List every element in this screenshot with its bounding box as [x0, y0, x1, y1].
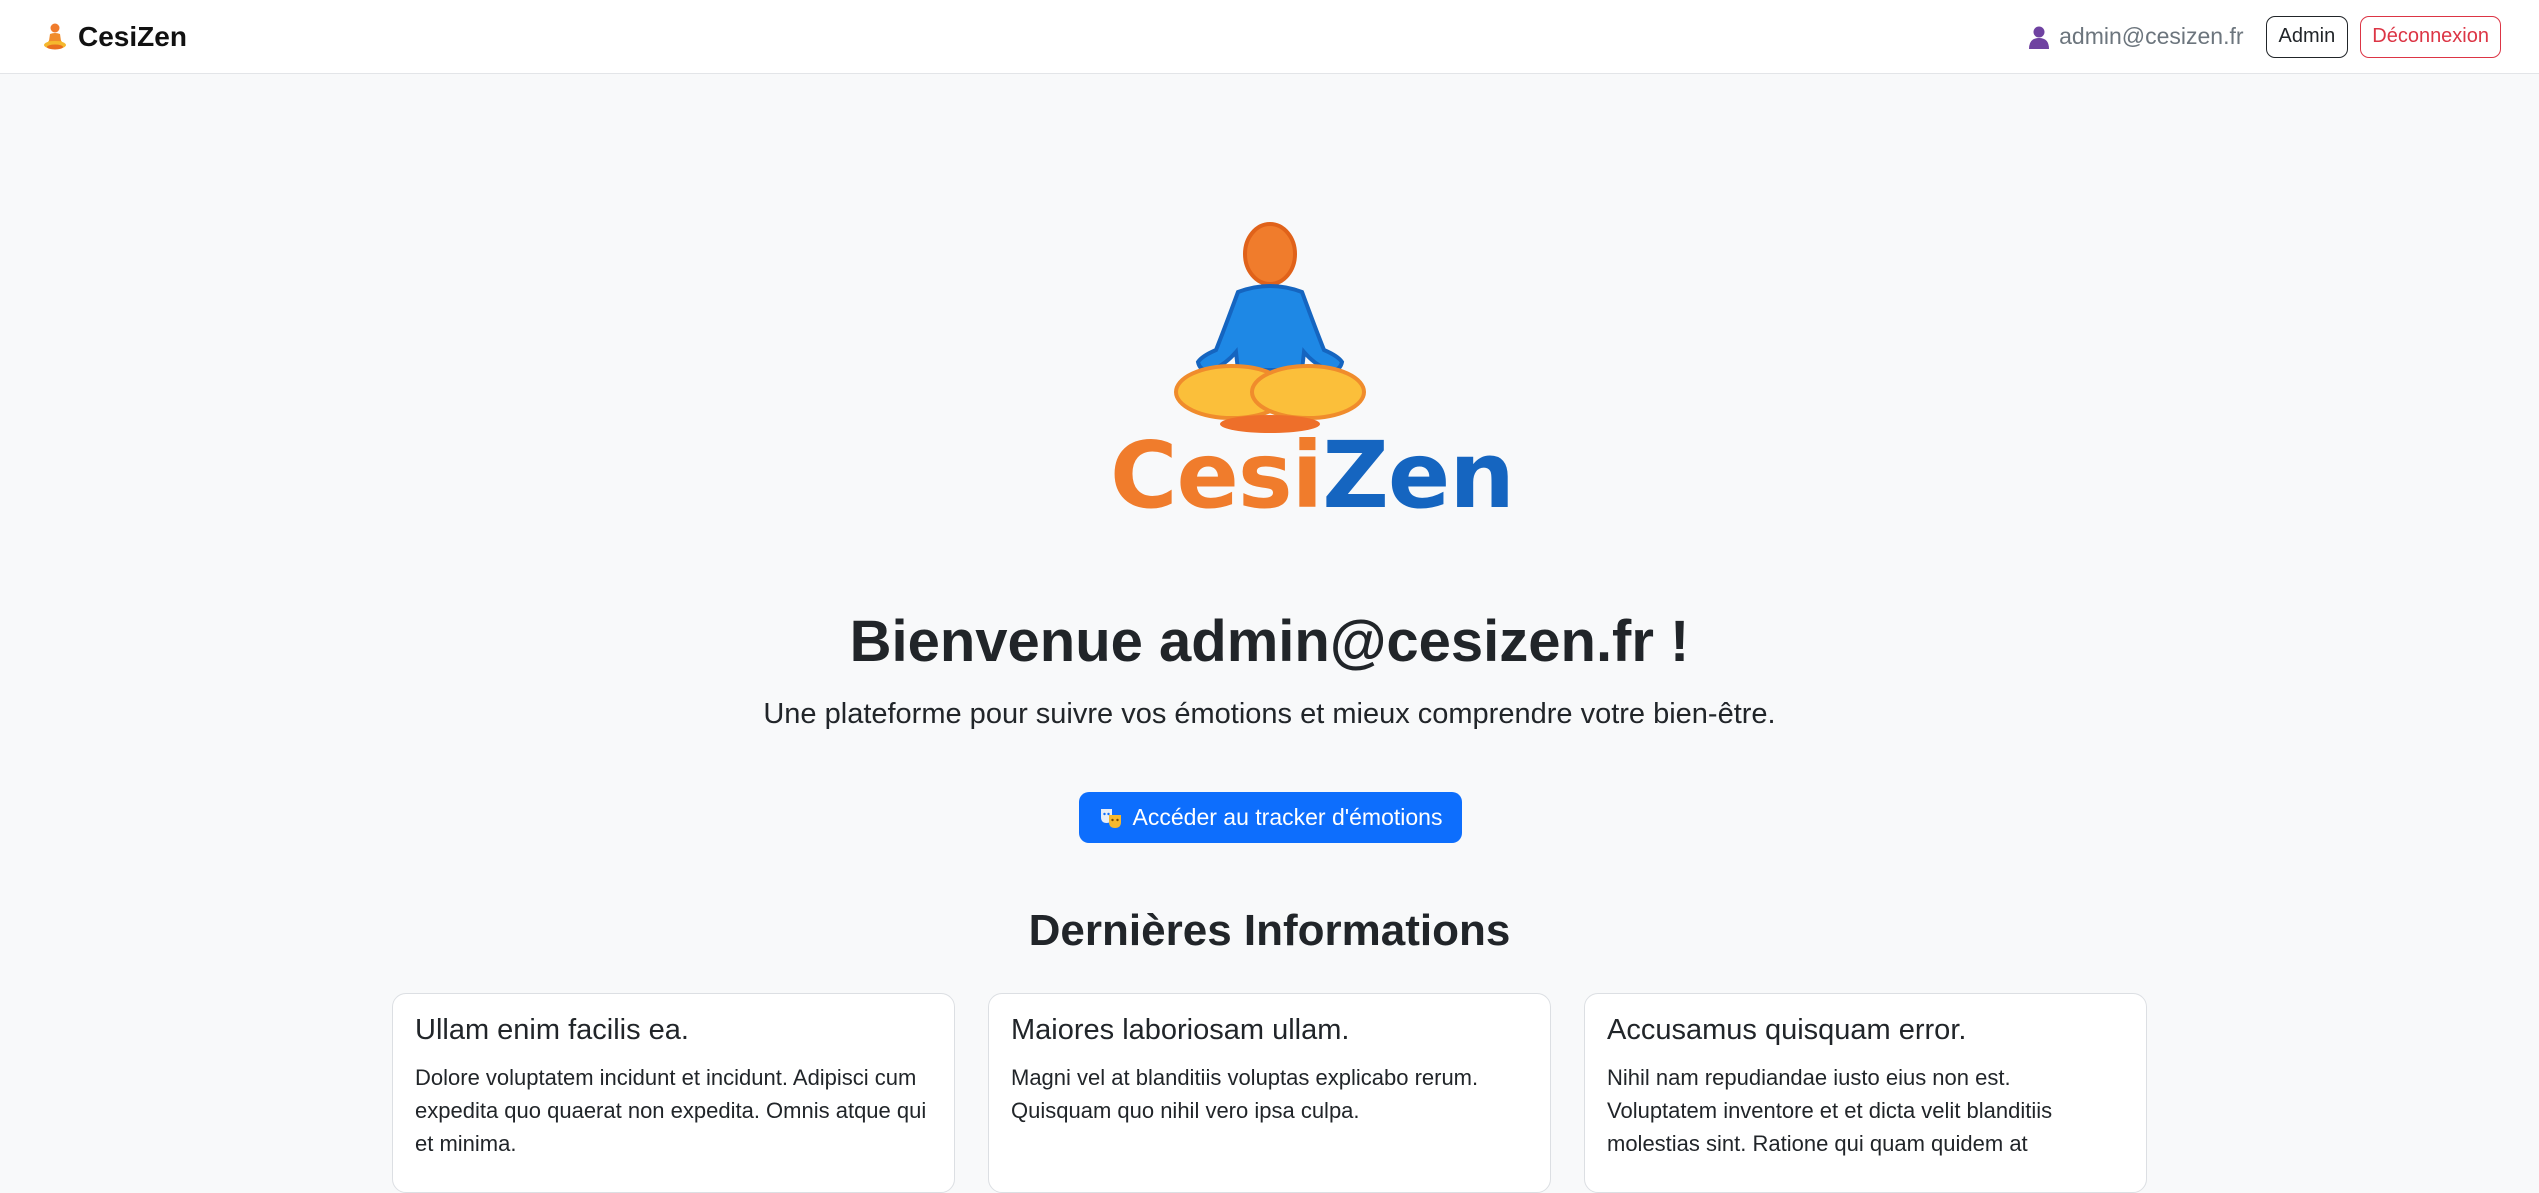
news-card-title: Maiores laboriosam ullam.	[1011, 1014, 1350, 1046]
news-card[interactable]: Maiores laboriosam ullam. Magni vel at b…	[988, 993, 1551, 1193]
news-card-title: Accusamus quisquam error.	[1607, 1014, 1967, 1046]
logo-wordmark-zen: Zen	[1322, 422, 1515, 529]
news-card[interactable]: Ullam enim facilis ea. Dolore voluptatem…	[392, 993, 955, 1193]
user-icon	[2029, 26, 2050, 49]
meditating-figure-logo-icon	[1174, 222, 1366, 433]
user-email: admin@cesizen.fr	[2059, 23, 2244, 49]
news-card-text: Nihil nam repudiandae iusto eius non est…	[1607, 1065, 2053, 1156]
logo-wordmark: CesiZen	[1110, 430, 1515, 522]
news-card[interactable]: Accusamus quisquam error. Nihil nam repu…	[1584, 993, 2147, 1193]
top-navbar: CesiZen admin@cesizen.fr Admin Déconnexi…	[0, 0, 2539, 74]
logout-button[interactable]: Déconnexion	[2360, 15, 2501, 58]
logo-wordmark-cesi: Cesi	[1110, 422, 1323, 529]
emotion-tracker-button[interactable]: Accéder au tracker d'émotions	[1079, 792, 1462, 843]
theater-masks-icon	[1100, 808, 1121, 828]
nav-right: admin@cesizen.fr Admin Déconnexion	[2028, 15, 2501, 58]
hero-subtitle: Une plateforme pour suivre vos émotions …	[763, 698, 1776, 730]
admin-button[interactable]: Admin	[2265, 15, 2349, 58]
brand-name: CesiZen	[78, 20, 187, 52]
emotion-tracker-label: Accéder au tracker d'émotions	[1132, 804, 1443, 830]
meditating-person-icon	[44, 23, 66, 49]
news-card-text: Magni vel at blanditiis voluptas explica…	[1011, 1065, 1479, 1123]
news-section-title: Dernières Informations	[1028, 906, 1511, 955]
welcome-heading: Bienvenue admin@cesizen.fr !	[849, 609, 1690, 674]
current-user: admin@cesizen.fr	[2028, 23, 2244, 50]
brand-link[interactable]: CesiZen	[42, 21, 187, 53]
news-card-text: Dolore voluptatem incidunt et incidunt. …	[415, 1065, 927, 1156]
cesizen-logo: CesiZen	[1110, 220, 1515, 525]
news-card-title: Ullam enim facilis ea.	[415, 1014, 689, 1046]
